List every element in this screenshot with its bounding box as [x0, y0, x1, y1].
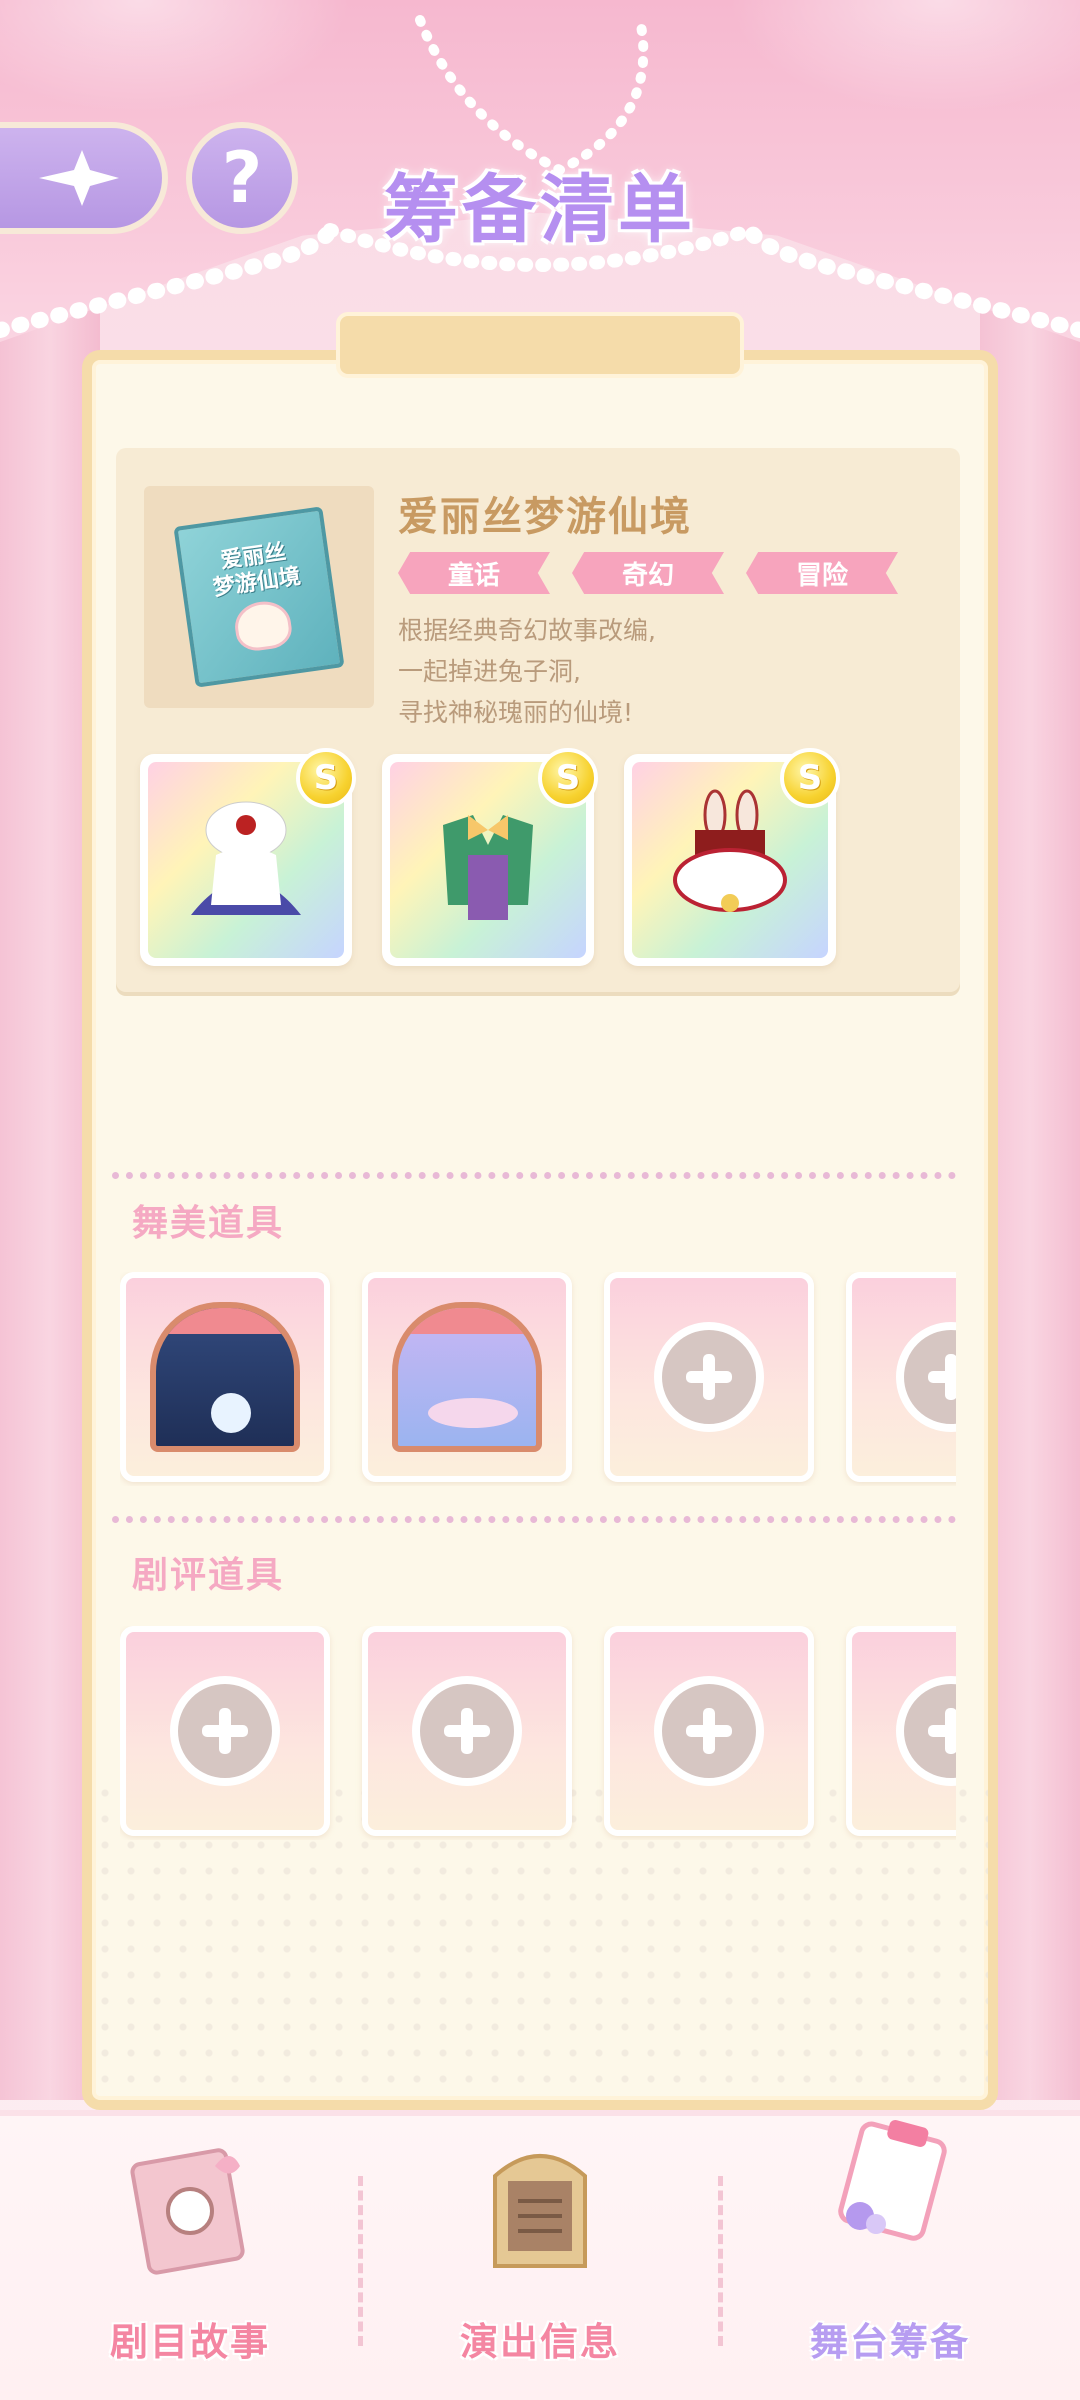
cloud-icon — [428, 1398, 518, 1428]
nav-performance-info-label: 演出信息 — [459, 2320, 620, 2364]
outfit-item-green-suit[interactable]: S — [382, 748, 598, 966]
nav-separator — [358, 2176, 363, 2346]
review-prop-add-slot[interactable] — [604, 1626, 814, 1836]
story-title: 爱丽丝梦游仙境 — [398, 494, 692, 540]
plus-icon — [654, 1676, 764, 1786]
book-cover-icon: 爱丽丝 梦游仙境 — [173, 506, 345, 688]
bunny-icon — [231, 598, 295, 654]
garden-stage-icon — [392, 1302, 542, 1452]
stage-prop-slot-garden[interactable] — [362, 1272, 572, 1482]
nav-story-label: 剧目故事 — [109, 2320, 270, 2364]
blue-dress-icon — [191, 801, 301, 915]
story-card: 爱丽丝 梦游仙境 爱丽丝梦游仙境 童话 奇幻 冒险 根据经典奇幻故事改编, 一起… — [116, 448, 960, 992]
review-props-row[interactable] — [120, 1626, 956, 1840]
stage-props-row[interactable] — [120, 1272, 956, 1486]
review-prop-add-slot[interactable] — [120, 1626, 330, 1836]
stage-prop-add-slot[interactable] — [846, 1272, 956, 1482]
story-description: 根据经典奇幻故事改编, 一起掉进兔子洞, 寻找神秘瑰丽的仙境! — [398, 610, 656, 733]
review-prop-add-slot[interactable] — [846, 1626, 956, 1836]
plus-icon — [170, 1676, 280, 1786]
outfit-item-bunny-hat[interactable]: S — [624, 748, 840, 966]
clipboard-icon — [838, 2119, 947, 2241]
nav-separator — [718, 2176, 723, 2346]
plus-icon — [896, 1322, 956, 1432]
review-props-label: 剧评道具 — [132, 1555, 285, 1596]
section-divider — [112, 1516, 956, 1523]
story-tags: 童话 奇幻 冒险 — [398, 552, 898, 594]
page-title: 筹备清单 — [384, 167, 696, 253]
rank-s-badge: S — [780, 748, 840, 808]
story-book-icon — [130, 2148, 245, 2275]
section-divider — [112, 1172, 956, 1179]
stage-prop-slot-night[interactable] — [120, 1272, 330, 1482]
description-line: 一起掉进兔子洞, — [398, 657, 581, 686]
description-line: 根据经典奇幻故事改编, — [398, 616, 656, 645]
tag-fantasy: 奇幻 — [572, 552, 724, 594]
panel-tab-decoration — [336, 312, 744, 378]
night-stage-icon — [150, 1302, 300, 1452]
bunny-hat-icon — [673, 789, 787, 912]
review-prop-add-slot[interactable] — [362, 1626, 572, 1836]
bottom-nav: 剧目故事 演出信息 舞台筹备 — [0, 2110, 1080, 2400]
nav-performance-info[interactable]: 演出信息 — [390, 2136, 690, 2386]
nav-stage-prep-label: 舞台筹备 — [809, 2320, 970, 2364]
outfit-item-blue-dress[interactable]: S — [140, 748, 356, 966]
tag-fairy-tale: 童话 — [398, 552, 550, 594]
rank-s-badge: S — [296, 748, 356, 808]
plus-icon — [654, 1322, 764, 1432]
outfit-list: S S S — [140, 748, 840, 966]
notice-board-icon — [493, 2154, 587, 2268]
stage-props-label: 舞美道具 — [132, 1203, 285, 1244]
curtain-valance — [156, 1308, 294, 1334]
stage-prop-add-slot[interactable] — [604, 1272, 814, 1482]
nav-stage-prep[interactable]: 舞台筹备 — [740, 2119, 1040, 2386]
curtain-valance — [398, 1308, 536, 1334]
tag-adventure: 冒险 — [746, 552, 898, 594]
moon-icon — [211, 1393, 251, 1433]
book-cover-frame: 爱丽丝 梦游仙境 — [144, 486, 374, 708]
rank-s-badge: S — [538, 748, 598, 808]
plus-icon — [896, 1676, 956, 1786]
green-suit-icon — [443, 815, 533, 920]
nav-story[interactable]: 剧目故事 — [40, 2136, 340, 2386]
plus-icon — [412, 1676, 522, 1786]
description-line: 寻找神秘瑰丽的仙境! — [398, 698, 634, 727]
